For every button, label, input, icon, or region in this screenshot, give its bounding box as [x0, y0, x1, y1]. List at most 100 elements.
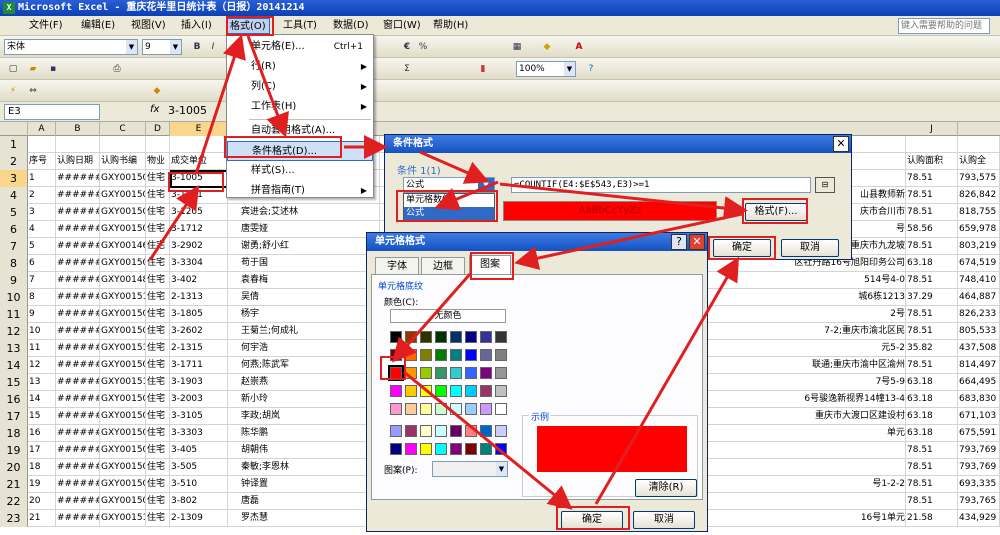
- cell-d[interactable]: 物业: [146, 153, 170, 170]
- menu-file[interactable]: 文件(F): [26, 18, 66, 34]
- color-swatch[interactable]: [390, 331, 402, 343]
- new-icon[interactable]: ▢: [6, 62, 20, 76]
- cell-name[interactable]: 秦敏;李恩林: [240, 459, 380, 476]
- cell-e[interactable]: 3-1711: [170, 357, 228, 374]
- cell-j[interactable]: 78.51: [906, 459, 958, 476]
- color-swatch[interactable]: [480, 349, 492, 361]
- cell-j[interactable]: 78.51: [906, 170, 958, 187]
- color-swatch[interactable]: [435, 331, 447, 343]
- format-menu-item-style[interactable]: 样式(S)...: [227, 161, 373, 181]
- cell-e[interactable]: 3-510: [170, 476, 228, 493]
- cell-j[interactable]: [906, 136, 958, 153]
- cell-e[interactable]: 2-1309: [170, 510, 228, 527]
- cell-a[interactable]: 序号: [28, 153, 56, 170]
- color-swatch[interactable]: [465, 425, 477, 437]
- cell-b[interactable]: #######: [56, 238, 100, 255]
- row-header[interactable]: 22: [0, 493, 28, 510]
- cell-e[interactable]: 3-1805: [170, 306, 228, 323]
- cell-address[interactable]: 单元: [760, 425, 906, 442]
- cell-k[interactable]: 675,591: [958, 425, 1000, 442]
- cell-j[interactable]: 58.56: [906, 221, 958, 238]
- column-header-b[interactable]: B: [56, 122, 100, 136]
- cell-e[interactable]: 3-2602: [170, 323, 228, 340]
- color-swatch[interactable]: [495, 403, 507, 415]
- color-swatch[interactable]: [465, 403, 477, 415]
- row-header[interactable]: 20: [0, 459, 28, 476]
- cell-d[interactable]: 住宅: [146, 340, 170, 357]
- cell-j[interactable]: 35.82: [906, 340, 958, 357]
- cell-d[interactable]: 住宅: [146, 289, 170, 306]
- cell-d[interactable]: 住宅: [146, 221, 170, 238]
- cell-e[interactable]: 3-2003: [170, 391, 228, 408]
- cell-b[interactable]: #######: [56, 459, 100, 476]
- color-swatch[interactable]: [435, 385, 447, 397]
- row-header[interactable]: 17: [0, 408, 28, 425]
- cell-b[interactable]: #######: [56, 221, 100, 238]
- cell-j[interactable]: 78.51: [906, 476, 958, 493]
- cell-name[interactable]: 唐雯娅: [240, 221, 380, 238]
- cell-e[interactable]: 3-1205: [170, 204, 228, 221]
- cell-d[interactable]: [146, 136, 170, 153]
- color-swatch[interactable]: [405, 403, 417, 415]
- tab-font[interactable]: 字体: [375, 257, 419, 275]
- cell-b[interactable]: #######: [56, 425, 100, 442]
- cell-name[interactable]: 罗杰慧: [240, 510, 380, 527]
- cell-c[interactable]: GXY00150: [100, 187, 146, 204]
- cell-address[interactable]: [760, 493, 906, 510]
- cell-c[interactable]: GXY00151: [100, 510, 146, 527]
- cell-d[interactable]: 住宅: [146, 374, 170, 391]
- cell-k[interactable]: 793,769: [958, 442, 1000, 459]
- cell-k[interactable]: 818,755: [958, 204, 1000, 221]
- save-icon[interactable]: ▪: [46, 62, 60, 76]
- cell-address[interactable]: 2号: [760, 306, 906, 323]
- no-color-button[interactable]: 无颜色: [390, 309, 506, 323]
- cell-a[interactable]: 20: [28, 493, 56, 510]
- cell-c[interactable]: GXY00150: [100, 357, 146, 374]
- cell-a[interactable]: 2: [28, 187, 56, 204]
- cell-e[interactable]: 3-2902: [170, 238, 228, 255]
- color-swatch[interactable]: [450, 367, 462, 379]
- cell-name[interactable]: 新小玲: [240, 391, 380, 408]
- menu-tools[interactable]: 工具(T): [280, 18, 320, 34]
- color-swatch[interactable]: [495, 385, 507, 397]
- color-swatch[interactable]: [405, 367, 417, 379]
- cell-name[interactable]: 苟于国: [240, 255, 380, 272]
- column-header-a[interactable]: A: [28, 122, 56, 136]
- cell-e[interactable]: 3-505: [170, 459, 228, 476]
- cell-b[interactable]: #######: [56, 170, 100, 187]
- collapse-dialog-icon[interactable]: ⊟: [815, 177, 835, 193]
- row-header[interactable]: 6: [0, 221, 28, 238]
- cell-name[interactable]: 陈华鹏: [240, 425, 380, 442]
- clear-button[interactable]: 清除(R): [635, 479, 697, 497]
- cell-b[interactable]: #######: [56, 408, 100, 425]
- font-color-icon[interactable]: A: [572, 40, 586, 54]
- cell-k[interactable]: 464,887: [958, 289, 1000, 306]
- cell-a[interactable]: 13: [28, 374, 56, 391]
- menu-data[interactable]: 数据(D): [330, 18, 372, 34]
- cell-k[interactable]: 814,497: [958, 357, 1000, 374]
- cell-j[interactable]: 63.18: [906, 255, 958, 272]
- color-swatch[interactable]: [435, 443, 447, 455]
- color-swatch[interactable]: [420, 425, 432, 437]
- cell-a[interactable]: 1: [28, 170, 56, 187]
- cell-a[interactable]: 18: [28, 459, 56, 476]
- cell-c[interactable]: GXY00150: [100, 442, 146, 459]
- color-swatch[interactable]: [420, 349, 432, 361]
- color-swatch[interactable]: [405, 349, 417, 361]
- cell-c[interactable]: GXY00150: [100, 323, 146, 340]
- cell-c[interactable]: GXY00150: [100, 391, 146, 408]
- color-swatch[interactable]: [450, 385, 462, 397]
- cell-e[interactable]: 3-1903: [170, 374, 228, 391]
- cell-name[interactable]: 钟译置: [240, 476, 380, 493]
- cell-j[interactable]: 78.51: [906, 323, 958, 340]
- row-header[interactable]: 8: [0, 255, 28, 272]
- color-swatch[interactable]: [405, 331, 417, 343]
- cell-e[interactable]: [170, 136, 228, 153]
- cell-k[interactable]: 803,219: [958, 238, 1000, 255]
- cell-address[interactable]: 城6栋1213: [760, 289, 906, 306]
- cell-d[interactable]: 住宅: [146, 408, 170, 425]
- color-swatch[interactable]: [420, 331, 432, 343]
- color-swatch[interactable]: [420, 385, 432, 397]
- cell-name[interactable]: 袁春梅: [240, 272, 380, 289]
- color-swatch[interactable]: [465, 385, 477, 397]
